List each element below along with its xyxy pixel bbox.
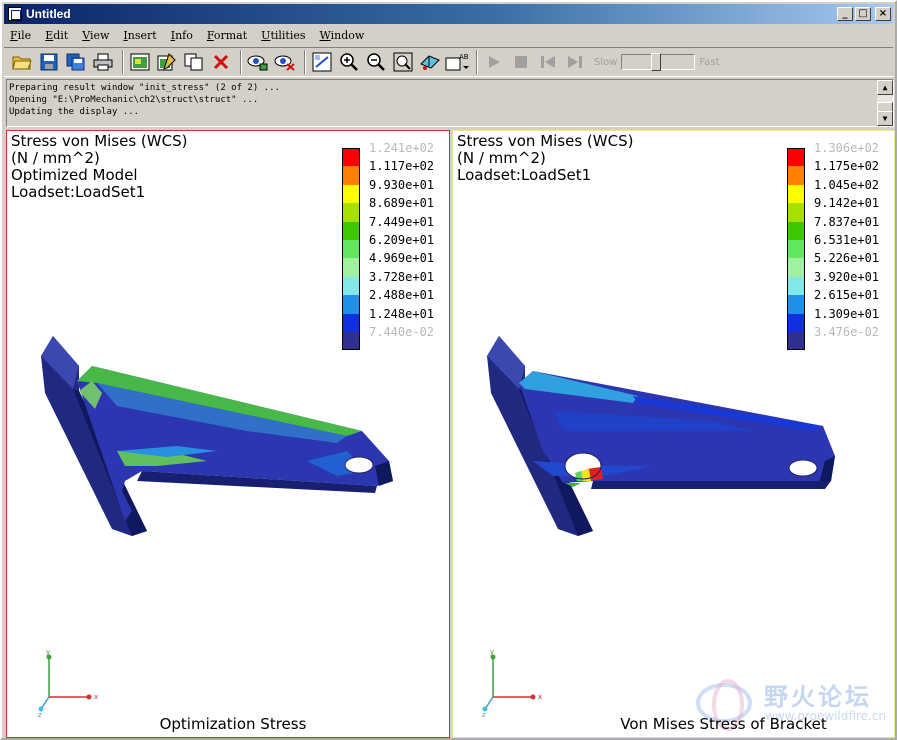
svg-text:x: x [538,693,542,701]
scroll-down-icon[interactable]: ▼ [877,111,893,126]
refit-icon[interactable] [310,50,334,74]
save-copy-icon[interactable] [64,50,88,74]
slow-label: Slow [594,56,618,68]
step-back-icon[interactable] [536,50,560,74]
legend-swatch [787,276,805,296]
zoom-out-icon[interactable] [364,50,388,74]
svg-text:y: y [490,648,494,656]
message-line: Preparing result window "init_stress" (2… [9,83,280,93]
toolbar-separator [304,50,306,74]
right-view-title: Stress von Mises (WCS) (N / mm^2) Loadse… [457,132,634,184]
legend-swatch [342,166,360,185]
animation-speed-slider[interactable] [621,53,696,71]
legend-swatch [342,239,360,259]
legend-swatch [342,313,360,332]
app-icon [8,7,22,21]
menu-insert[interactable]: Insert [123,29,156,42]
left-view-title: Stress von Mises (WCS) (N / mm^2) Optimi… [11,132,188,201]
menu-view[interactable]: View [82,29,109,42]
svg-text:x: x [94,693,98,701]
message-line: Updating the display ... [9,107,140,117]
toolbar-separator [122,50,124,74]
hide-icon[interactable] [273,50,297,74]
scroll-up-icon[interactable]: ▲ [877,80,893,95]
left-color-legend [342,139,360,351]
message-area: Preparing result window "init_stress" (2… [6,79,894,127]
legend-swatch [787,203,805,222]
left-result-viewport[interactable]: Stress von Mises (WCS) (N / mm^2) Optimi… [6,130,450,738]
title-bar[interactable]: Untitled _ □ × [4,4,893,24]
minimize-button[interactable]: _ [837,7,853,21]
close-button[interactable]: × [875,7,891,21]
legend-swatch [787,184,805,204]
slider-thumb[interactable] [651,53,662,71]
step-forward-icon[interactable] [563,50,587,74]
legend-swatch [787,239,805,259]
right-legend-values: 1.306e+02 1.175e+02 1.045e+02 9.142e+01 … [814,141,880,339]
legend-swatch [342,295,360,314]
menu-info[interactable]: Info [171,29,193,42]
menu-edit[interactable]: Edit [45,29,68,42]
legend-swatch [342,203,360,222]
right-color-legend [787,139,805,351]
edit-window-icon[interactable] [155,50,179,74]
delete-icon[interactable] [209,50,233,74]
play-icon[interactable] [482,50,506,74]
show-icon[interactable] [246,50,270,74]
right-result-viewport[interactable]: Stress von Mises (WCS) (N / mm^2) Loadse… [452,130,895,738]
coordinate-triad: y x z [38,648,98,717]
legend-swatch [787,331,805,351]
result-window-icon[interactable] [128,50,152,74]
print-icon[interactable] [91,50,115,74]
message-line: Opening "E:\ProMechanic\ch2\struct\struc… [9,95,259,105]
orient-icon[interactable] [418,50,442,74]
menu-file[interactable]: File [10,29,31,42]
legend-swatch [342,276,360,296]
svg-text:AB: AB [459,53,469,61]
menu-window[interactable]: Window [320,29,365,42]
folder-open-icon[interactable] [10,50,34,74]
toolbar-separator [240,50,242,74]
legend-swatch [342,331,360,351]
restore-button[interactable]: □ [855,7,871,21]
legend-swatch [787,221,805,240]
menu-format[interactable]: Format [207,29,247,42]
legend-swatch [342,184,360,204]
left-legend-values: 1.241e+02 1.117e+02 9.930e+01 8.689e+01 … [369,141,435,339]
right-view-caption: Von Mises Stress of Bracket [620,715,827,733]
left-view-caption: Optimization Stress [159,715,307,733]
message-scrollbar[interactable]: ▲ ▼ [877,80,893,126]
legend-swatch [787,313,805,332]
window-title: Untitled [26,7,71,21]
fast-label: Fast [699,56,720,68]
watermark-text: 野火论坛 [764,683,872,711]
legend-swatch [787,148,805,167]
format-legend-icon[interactable]: AB [445,50,469,74]
legend-swatch [787,166,805,185]
app-window: Untitled _ □ × File Edit View Insert Inf… [0,0,897,740]
zoom-window-icon[interactable] [391,50,415,74]
legend-swatch [787,258,805,277]
save-icon[interactable] [37,50,61,74]
toolbar: AB Slow Fast [4,47,893,77]
coordinate-triad: y x z [482,648,542,717]
toolbar-separator [476,50,478,74]
legend-swatch [342,148,360,167]
legend-swatch [342,258,360,277]
legend-swatch [342,221,360,240]
zoom-in-icon[interactable] [337,50,361,74]
svg-text:y: y [46,648,50,656]
stop-icon[interactable] [509,50,533,74]
menu-bar: File Edit View Insert Info Format Utilit… [4,25,893,45]
menu-utilities[interactable]: Utilities [261,29,305,42]
legend-swatch [787,295,805,314]
copy-window-icon[interactable] [182,50,206,74]
